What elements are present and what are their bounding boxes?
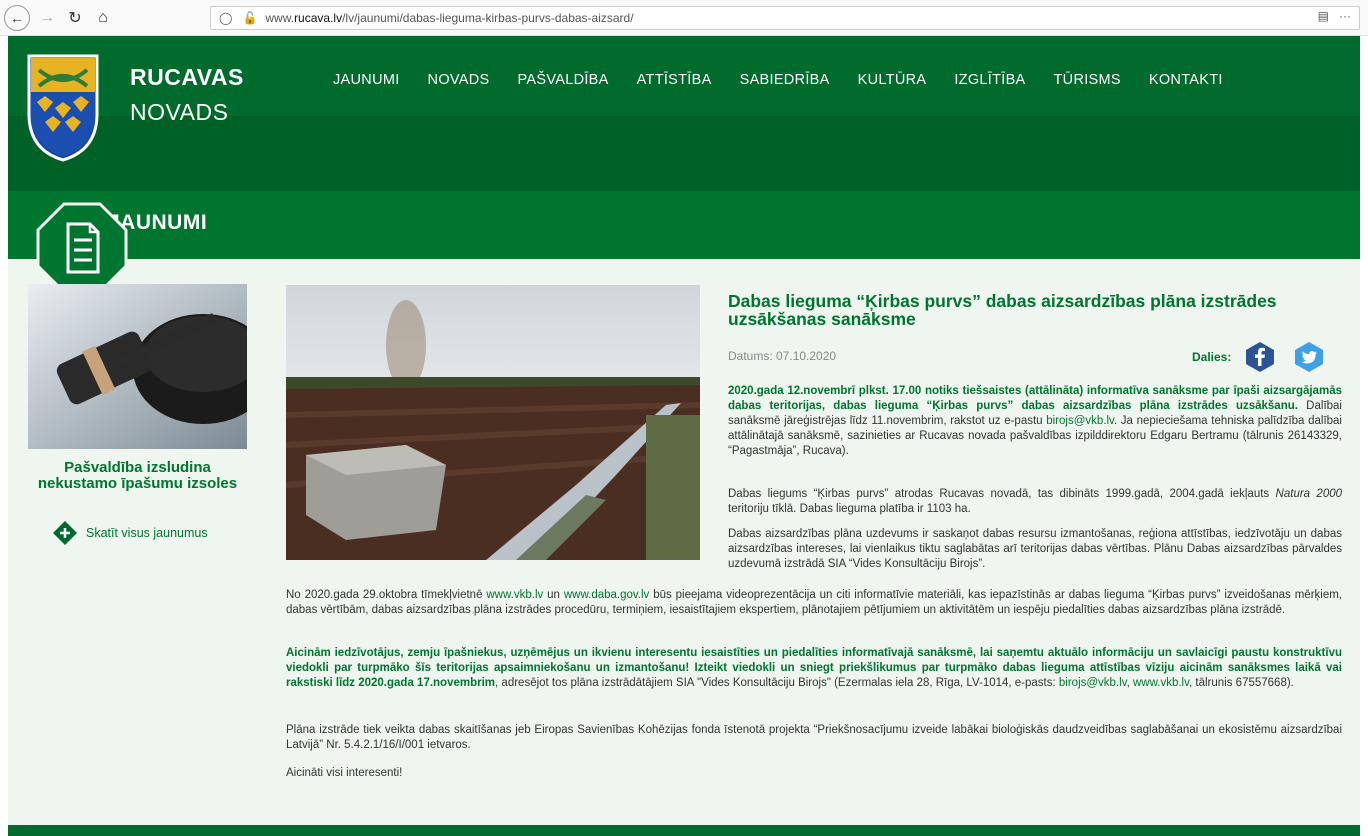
auction-gavel-image[interactable] (28, 284, 247, 449)
site-brand[interactable]: RUCAVAS NOVADS (130, 64, 244, 126)
article-paragraph-3: Dabas aizsardzības plāna uzdevums ir sas… (728, 528, 1342, 570)
article-paragraph-6: Plāna izstrāde tiek veikta dabas skaitīš… (286, 724, 1342, 751)
browser-toolbar: ← → ↻ ⌂ ◯ 🔓 www.rucava.lv/lv/jaunumi/dab… (0, 0, 1368, 36)
reader-icon[interactable]: ▤ (1318, 9, 1329, 23)
email-link-birojs[interactable]: birojs@vkb.lv (1046, 415, 1114, 427)
back-icon[interactable]: ← (4, 4, 30, 31)
twitter-icon[interactable] (1293, 341, 1325, 373)
section-header: JAUNUMI (8, 191, 1360, 259)
document-icon (36, 202, 128, 294)
nav-item-izglitiba[interactable]: IZGLĪTĪBA (954, 72, 1025, 88)
nav-item-sabiedriba[interactable]: SABIEDRĪBA (740, 72, 830, 88)
article-paragraph-1: 2020.gada 12.novembrī plkst. 17.00 notik… (728, 385, 1342, 457)
site-header: RUCAVAS NOVADS JAUNUMI NOVADS PAŠVALDĪBA… (8, 36, 1360, 191)
nav-item-pasvaldiba[interactable]: PAŠVALDĪBA (518, 72, 609, 88)
forward-icon[interactable]: → (36, 7, 58, 29)
nav-item-attistiba[interactable]: ATTĪSTĪBA (637, 72, 712, 88)
article-image-bog-landscape[interactable] (286, 285, 700, 560)
article-paragraph-5: Aicinām iedzīvotājus, zemju īpašniekus, … (286, 647, 1342, 689)
link-vkb[interactable]: www.vkb.lv (486, 589, 543, 601)
all-news-link[interactable]: Skatīt visus jaunumus (52, 520, 208, 546)
coat-of-arms-logo[interactable] (25, 52, 101, 164)
plus-icon (53, 521, 77, 545)
home-icon[interactable]: ⌂ (92, 7, 114, 29)
email-link-birojs-2[interactable]: birojs@vkb.lv (1059, 677, 1127, 689)
nav-item-jaunumi[interactable]: JAUNUMI (333, 72, 400, 88)
address-bar[interactable]: ◯ 🔓 www.rucava.lv/lv/jaunumi/dabas-liegu… (210, 6, 1360, 30)
nav-item-novads[interactable]: NOVADS (428, 72, 490, 88)
article-paragraph-7: Aicināti visi interesenti! (286, 767, 403, 779)
reload-icon[interactable]: ↻ (64, 7, 86, 29)
nav-item-kontakti[interactable]: KONTAKTI (1149, 72, 1223, 88)
nav-item-turisms[interactable]: TŪRISMS (1054, 72, 1121, 88)
article-date: Datums: 07.10.2020 (728, 349, 837, 363)
nav-item-kultura[interactable]: KULTŪRA (858, 72, 927, 88)
link-daba-gov[interactable]: www.daba.gov.lv (564, 589, 649, 601)
sidebar-news-title[interactable]: Pašvaldība izsludina nekustamo īpašumu i… (28, 460, 247, 492)
more-menu-button[interactable]: ··· (1339, 9, 1351, 23)
share-label: Dalies: (1192, 350, 1232, 364)
article-paragraph-4: No 2020.gada 29.oktobra tīmekļvietnē www… (286, 589, 1342, 616)
footer (8, 825, 1360, 836)
article-paragraph-2: Dabas liegums “Ķirbas purvs” atrodas Ruc… (728, 488, 1343, 515)
main-navigation: JAUNUMI NOVADS PAŠVALDĪBA ATTĪSTĪBA SABI… (333, 72, 1223, 88)
link-vkb-2[interactable]: www.vkb.lv (1133, 677, 1189, 689)
article-title: Dabas lieguma “Ķirbas purvs” dabas aizsa… (728, 291, 1277, 329)
url-text: www.rucava.lv/lv/jaunumi/dabas-lieguma-k… (265, 11, 634, 25)
insecure-lock-icon[interactable]: 🔓 (242, 11, 257, 25)
facebook-icon[interactable] (1244, 341, 1276, 373)
shield-icon[interactable]: ◯ (219, 11, 232, 25)
